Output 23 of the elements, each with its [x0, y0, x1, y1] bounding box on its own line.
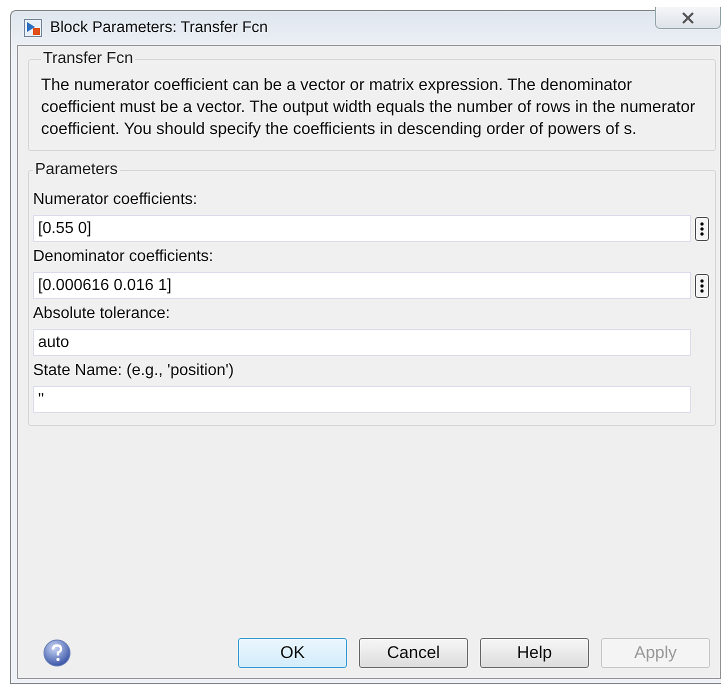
group-title: Parameters [34, 161, 119, 179]
field-label: Denominator coefficients: [33, 248, 214, 266]
more-icon [700, 278, 704, 292]
field-label: Numerator coefficients: [33, 191, 198, 209]
options-button[interactable] [695, 274, 709, 298]
dialog-button[interactable]: Help [480, 638, 589, 668]
more-icon [700, 222, 704, 236]
input-field[interactable]: '' [33, 386, 691, 413]
dialog-button[interactable]: OK [238, 638, 347, 668]
help-icon[interactable] [42, 638, 72, 668]
group-title: Transfer Fcn [42, 50, 134, 68]
options-button[interactable] [695, 216, 709, 240]
field-label: State Name: (e.g., 'position') [33, 362, 235, 380]
field-label: Absolute tolerance: [33, 305, 171, 323]
input-field[interactable]: [0.55 0] [33, 215, 691, 242]
block-icon [24, 19, 42, 37]
input-field[interactable]: [0.000616 0.016 1] [33, 272, 691, 299]
dialog-button[interactable]: Cancel [359, 638, 468, 668]
window-title: Block Parameters: Transfer Fcn [50, 19, 269, 37]
description-text: The numerator coefficient can be a vector or matrix expression. The denominator coefficient must be a vector. The output width equals the number of rows in the numerator coefficient. You should specify the coefficients in descending order of powers of s. [41, 75, 696, 140]
input-field[interactable]: auto [33, 329, 691, 356]
close-button[interactable] [655, 7, 721, 29]
close-icon [681, 12, 695, 24]
